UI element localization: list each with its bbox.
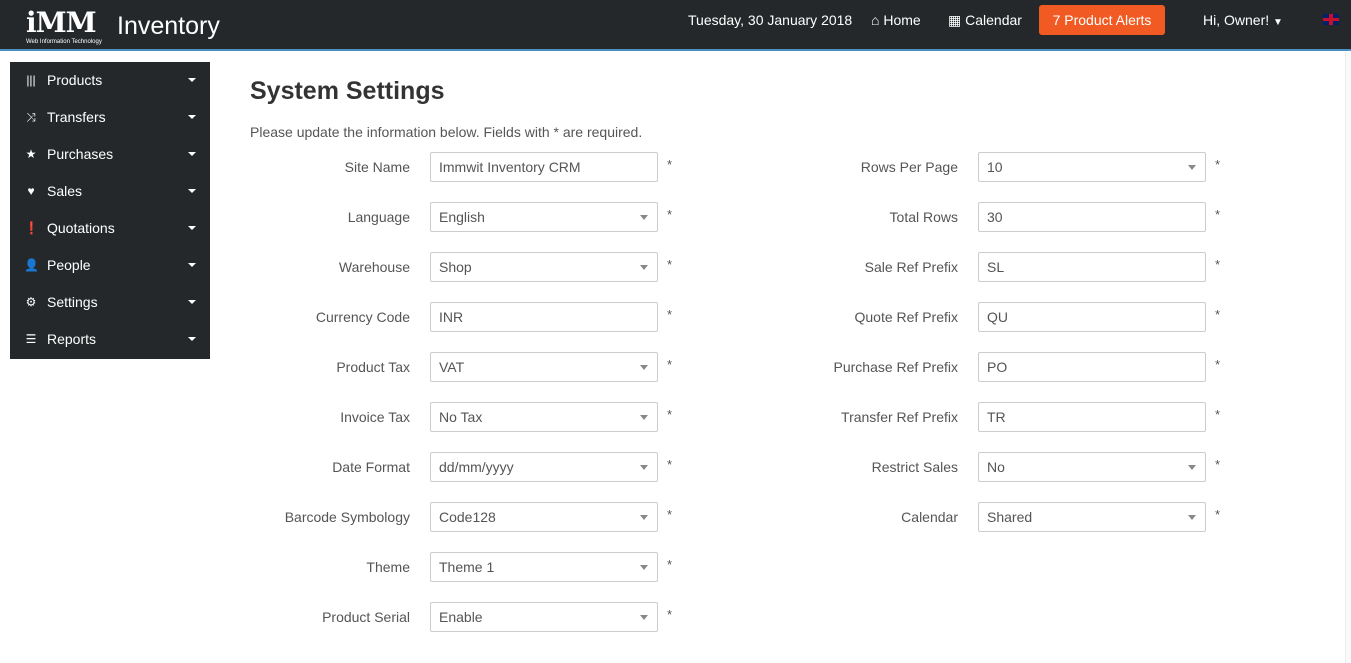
total-rows-input[interactable]: 30: [978, 202, 1206, 232]
field-value: SL: [987, 259, 1005, 275]
company-logo[interactable]: iMM Web Information Technology: [26, 8, 106, 46]
field-value: Enable: [439, 609, 483, 625]
sidebar-item-label: People: [47, 257, 91, 273]
home-label: Home: [883, 12, 921, 28]
home-link[interactable]: ⌂ Home: [871, 0, 921, 40]
restrict-sales-select[interactable]: No: [978, 452, 1206, 482]
field-value: No: [987, 459, 1005, 475]
gear-icon: ⚙: [25, 295, 37, 309]
product-alerts-button[interactable]: 7 Product Alerts: [1039, 5, 1165, 35]
sidebar-item-label: Quotations: [47, 220, 115, 236]
home-icon: ⌂: [871, 12, 880, 28]
transfer-ref-prefix-input[interactable]: TR: [978, 402, 1206, 432]
required-mark: *: [1215, 507, 1221, 522]
heart-icon: ♥: [27, 184, 35, 198]
caret-down-icon: [188, 115, 196, 119]
field-value: QU: [987, 309, 1008, 325]
required-mark: *: [667, 557, 673, 572]
sidebar-item-label: Reports: [47, 331, 97, 347]
user-icon: 👤: [24, 258, 39, 272]
field-label: Sale Ref Prefix: [864, 259, 958, 275]
required-mark: *: [1215, 207, 1221, 222]
required-mark: *: [1215, 257, 1221, 272]
sidebar: ||| Products ⤨ Transfers ★ Purchases ♥ S…: [10, 62, 210, 359]
user-greeting: Hi, Owner!: [1203, 12, 1270, 28]
top-navbar: iMM Web Information Technology Inventory…: [0, 0, 1351, 51]
dropdown-arrow-icon: [1188, 465, 1196, 470]
sidebar-item-products[interactable]: ||| Products: [10, 62, 210, 99]
barcode-icon: |||: [26, 73, 36, 87]
current-date: Tuesday, 30 January 2018: [688, 12, 853, 28]
sidebar-item-label: Products: [47, 72, 103, 88]
sidebar-item-label: Transfers: [47, 109, 106, 125]
required-mark: *: [667, 607, 673, 622]
purchase-ref-prefix-input[interactable]: PO: [978, 352, 1206, 382]
required-mark: *: [1215, 307, 1221, 322]
dropdown-arrow-icon: [640, 565, 648, 570]
rows-per-page-select[interactable]: 10: [978, 152, 1206, 182]
calendar-link[interactable]: ▦ Calendar: [948, 0, 1022, 40]
sidebar-item-label: Sales: [47, 183, 83, 199]
required-mark: *: [1215, 407, 1221, 422]
user-menu[interactable]: Hi, Owner! ▼: [1203, 0, 1283, 40]
sidebar-item-reports[interactable]: ☰ Reports: [10, 321, 210, 358]
form-instructions: Please update the information below. Fie…: [250, 124, 643, 140]
sidebar-item-quotations[interactable]: ❗ Quotations: [10, 210, 210, 247]
required-mark: *: [1215, 457, 1221, 472]
caret-down-icon: [188, 152, 196, 156]
caret-down-icon: [188, 189, 196, 193]
caret-down-icon: [188, 226, 196, 230]
field-value: TR: [987, 409, 1006, 425]
calendar-select[interactable]: Shared: [978, 502, 1206, 532]
field-label: Product Serial: [322, 609, 410, 625]
sidebar-item-label: Settings: [47, 294, 98, 310]
caret-down-icon: [188, 337, 196, 341]
dropdown-arrow-icon: [640, 615, 648, 620]
field-value: Shared: [987, 509, 1033, 525]
calendar-label: Calendar: [965, 12, 1022, 28]
page-title: System Settings: [250, 77, 445, 105]
sidebar-item-people[interactable]: 👤 People: [10, 247, 210, 284]
field-label: Transfer Ref Prefix: [841, 409, 958, 425]
chevron-down-icon: ▼: [1273, 17, 1283, 28]
dropdown-arrow-icon: [1188, 165, 1196, 170]
field-label: Rows Per Page: [860, 159, 958, 175]
field-label: Quote Ref Prefix: [854, 309, 959, 325]
required-mark: *: [1215, 357, 1221, 372]
brand-title[interactable]: Inventory: [117, 11, 220, 41]
sidebar-item-settings[interactable]: ⚙ Settings: [10, 284, 210, 321]
sidebar-item-label: Purchases: [47, 146, 114, 162]
caret-down-icon: [188, 263, 196, 267]
field-value: 10: [987, 159, 1003, 175]
product-serial-select[interactable]: Enable: [430, 602, 658, 632]
uk-flag-icon[interactable]: [1323, 14, 1339, 25]
caret-down-icon: [188, 78, 196, 82]
exclamation-icon: ❗: [24, 221, 39, 235]
caret-down-icon: [188, 300, 196, 304]
dropdown-arrow-icon: [1188, 515, 1196, 520]
field-value: 30: [987, 209, 1003, 225]
list-icon: ☰: [25, 332, 37, 346]
field-label: Restrict Sales: [871, 459, 958, 475]
field-value: Theme 1: [439, 559, 495, 575]
random-icon: ⤨: [26, 110, 36, 124]
sale-ref-prefix-input[interactable]: SL: [978, 252, 1206, 282]
theme-select[interactable]: Theme 1: [430, 552, 658, 582]
page-scrollbar[interactable]: [1345, 52, 1351, 663]
field-label: Purchase Ref Prefix: [833, 359, 959, 375]
star-icon: ★: [25, 147, 37, 161]
logo-mark: iMM: [26, 6, 97, 39]
sidebar-item-transfers[interactable]: ⤨ Transfers: [10, 99, 210, 136]
logo-subtext: Web Information Technology: [26, 39, 102, 45]
sidebar-item-purchases[interactable]: ★ Purchases: [10, 136, 210, 173]
required-mark: *: [1215, 157, 1221, 172]
field-label: Calendar: [901, 509, 958, 525]
field-label: Total Rows: [889, 209, 958, 225]
sidebar-item-sales[interactable]: ♥ Sales: [10, 173, 210, 210]
calendar-icon: ▦: [948, 12, 962, 28]
field-label: Theme: [366, 559, 410, 575]
quote-ref-prefix-input[interactable]: QU: [978, 302, 1206, 332]
field-value: PO: [987, 359, 1008, 375]
